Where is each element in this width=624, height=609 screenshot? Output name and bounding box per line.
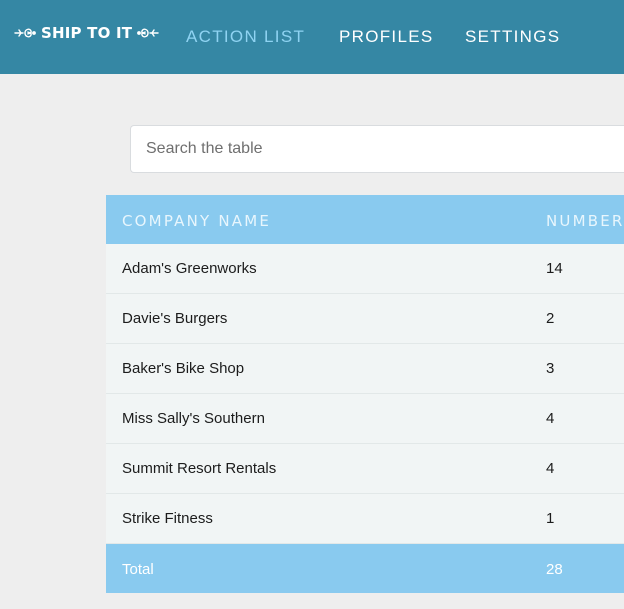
nav-action-list[interactable]: ACTION LIST bbox=[186, 27, 305, 47]
nav-settings[interactable]: SETTINGS bbox=[465, 27, 560, 47]
company-name-cell: Baker's Bike Shop bbox=[122, 360, 245, 377]
number-cell: 4 bbox=[546, 460, 555, 477]
company-name-cell: Miss Sally's Southern bbox=[122, 410, 265, 427]
table-row[interactable]: Adam's Greenworks 14 bbox=[106, 244, 624, 294]
number-cell: 14 bbox=[546, 260, 563, 277]
nav-profiles[interactable]: PROFILES bbox=[339, 27, 433, 47]
number-cell: 2 bbox=[546, 310, 555, 327]
top-navigation-bar: SHIP TO IT ACTION LIST PROFILES SETTINGS bbox=[0, 0, 624, 74]
number-cell: 3 bbox=[546, 360, 555, 377]
company-name-cell: Strike Fitness bbox=[122, 510, 213, 527]
table-header: COMPANY NAME NUMBER bbox=[106, 195, 624, 244]
table-row[interactable]: Summit Resort Rentals 4 bbox=[106, 444, 624, 494]
table-row[interactable]: Baker's Bike Shop 3 bbox=[106, 344, 624, 394]
logo[interactable]: SHIP TO IT bbox=[14, 22, 159, 44]
logo-text: SHIP TO IT bbox=[41, 24, 133, 42]
total-row: Total 28 bbox=[106, 544, 624, 593]
search-box bbox=[130, 125, 624, 173]
company-name-cell: Summit Resort Rentals bbox=[122, 460, 277, 477]
column-header-company-name[interactable]: COMPANY NAME bbox=[122, 212, 271, 230]
table-row[interactable]: Strike Fitness 1 bbox=[106, 494, 624, 544]
company-name-cell: Adam's Greenworks bbox=[122, 260, 257, 277]
table-row[interactable]: Miss Sally's Southern 4 bbox=[106, 394, 624, 444]
left-flourish-icon bbox=[14, 28, 36, 38]
company-table: COMPANY NAME NUMBER Adam's Greenworks 14… bbox=[106, 195, 624, 593]
total-label: Total bbox=[122, 561, 154, 578]
right-flourish-icon bbox=[137, 28, 159, 38]
table-row[interactable]: Davie's Burgers 2 bbox=[106, 294, 624, 344]
search-input[interactable] bbox=[131, 126, 624, 172]
column-header-number[interactable]: NUMBER bbox=[546, 212, 624, 230]
company-name-cell: Davie's Burgers bbox=[122, 310, 228, 327]
number-cell: 4 bbox=[546, 410, 555, 427]
number-cell: 1 bbox=[546, 510, 555, 527]
total-number: 28 bbox=[546, 561, 563, 578]
